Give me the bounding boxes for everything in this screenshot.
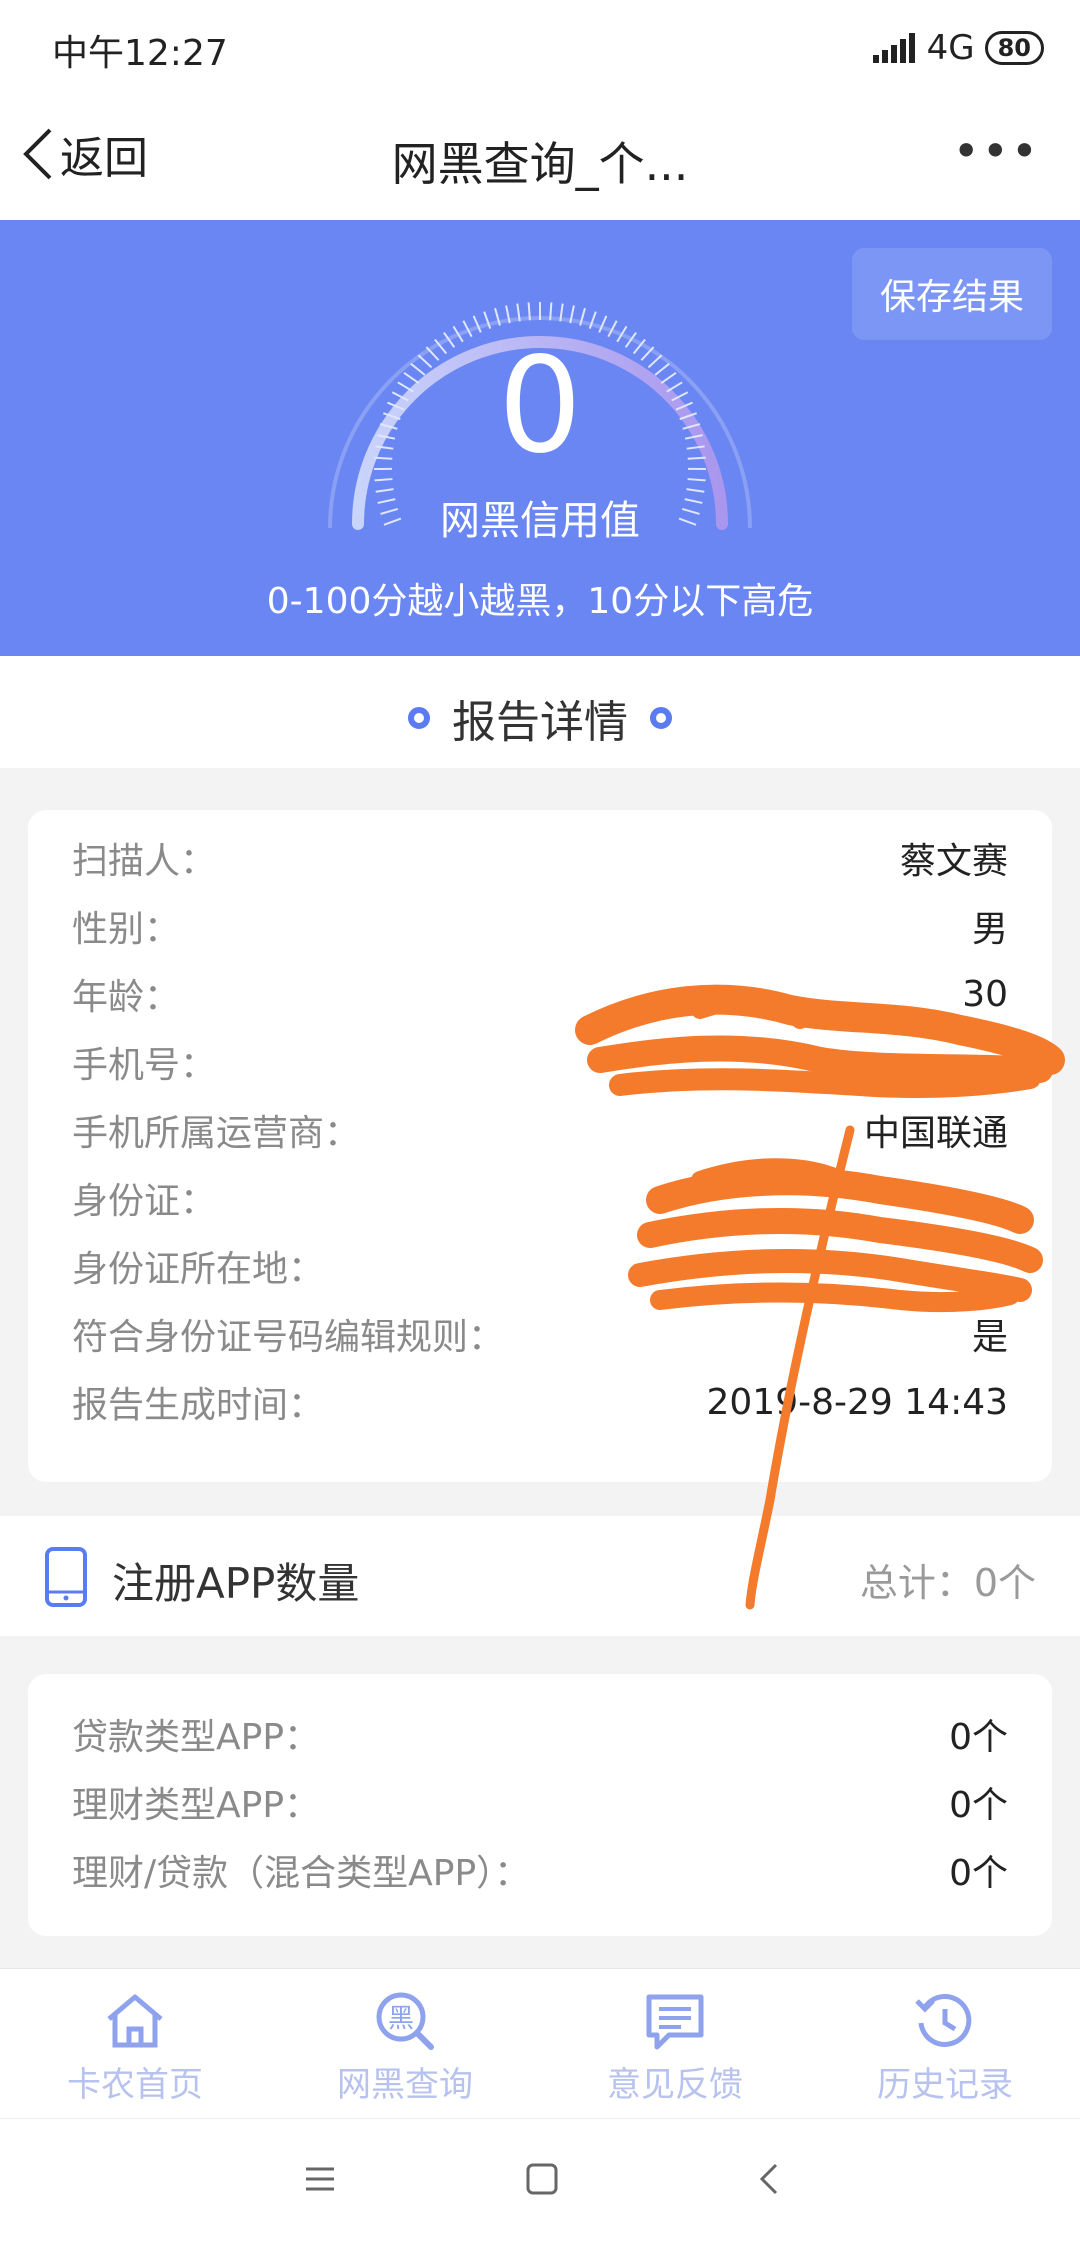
svg-text:黑: 黑 — [388, 2004, 414, 2034]
detail-row: 扫描人： 蔡文赛 — [72, 828, 1008, 888]
gauge-tick — [529, 302, 530, 320]
tab-history[interactable]: 历史记录 — [810, 1991, 1080, 2106]
detail-key: 手机所属运营商： — [72, 1104, 360, 1156]
detail-row: 手机所属运营商： 中国联通 — [72, 1100, 1008, 1160]
detail-key: 性别： — [72, 900, 180, 952]
page-title: 网黑查询_个... — [0, 128, 1080, 194]
system-nav-bar — [0, 2118, 1080, 2249]
feedback-icon — [643, 1991, 707, 2051]
chevron-left-icon — [20, 126, 54, 182]
status-bar: 中午12:27 4G 80 — [0, 0, 1080, 100]
detail-row: 身份证所在地： — [72, 1236, 1008, 1296]
detail-row: 符合身份证号码编辑规则： 是 — [72, 1304, 1008, 1364]
gauge-tick — [550, 302, 551, 320]
report-details-card: 扫描人： 蔡文赛 性别： 男 年龄： 30 手机号： 手机所属运营商： 中国联通… — [28, 810, 1052, 1482]
detail-value: 蔡文赛 — [900, 832, 1008, 884]
app-row: 贷款类型APP： 0个 — [72, 1704, 1008, 1764]
network-type: 4G — [927, 28, 975, 68]
home-icon — [103, 1991, 167, 2051]
app-row-value: 0个 — [949, 1844, 1008, 1896]
circle-icon — [650, 707, 672, 729]
app-row: 理财/贷款（混合类型APP）： 0个 — [72, 1840, 1008, 1900]
app-row-key: 理财类型APP： — [72, 1776, 320, 1828]
tab-label: 卡农首页 — [0, 2057, 270, 2106]
detail-row: 报告生成时间： 2019-8-29 14:43 — [72, 1372, 1008, 1432]
tab-label: 意见反馈 — [540, 2057, 810, 2106]
more-menu-button[interactable]: ••• — [953, 124, 1040, 178]
back-button[interactable]: 返回 — [20, 122, 148, 186]
detail-key: 手机号： — [72, 1036, 216, 1088]
detail-value: 30 — [962, 974, 1008, 1015]
detail-key: 报告生成时间： — [72, 1376, 324, 1428]
detail-value: 中国联通 — [864, 1104, 1008, 1156]
history-icon — [913, 1991, 977, 2051]
circle-icon — [408, 707, 430, 729]
score-description: 0-100分越小越黑，10分以下高危 — [0, 572, 1080, 624]
section-title: 报告详情 — [452, 686, 628, 750]
detail-key: 身份证所在地： — [72, 1240, 324, 1292]
detail-value: 2019-8-29 14:43 — [707, 1382, 1009, 1423]
detail-value: 是 — [972, 1308, 1008, 1360]
search-icon: 黑 — [373, 1991, 437, 2051]
back-label: 返回 — [60, 122, 148, 186]
detail-key: 扫描人： — [72, 832, 216, 884]
detail-row: 身份证： — [72, 1168, 1008, 1228]
app-row: 理财类型APP： 0个 — [72, 1772, 1008, 1832]
battery-icon: 80 — [985, 31, 1044, 65]
credit-score: 0 — [0, 340, 1080, 472]
tab-label: 历史记录 — [810, 2057, 1080, 2106]
nav-bar: 网黑查询_个... 返回 ••• — [0, 100, 1080, 220]
detail-row: 性别： 男 — [72, 896, 1008, 956]
gauge-tick — [688, 479, 706, 480]
menu-icon[interactable] — [300, 2159, 340, 2199]
app-row-value: 0个 — [949, 1776, 1008, 1828]
detail-row: 年龄： 30 — [72, 964, 1008, 1024]
bottom-tab-bar: 卡农首页 黑 网黑查询 意见反馈 历史记录 — [0, 1968, 1080, 2119]
signal-icon — [873, 33, 917, 63]
back-triangle-icon[interactable] — [750, 2159, 790, 2199]
app-count-card: 贷款类型APP： 0个 理财类型APP： 0个 理财/贷款（混合类型APP）： … — [28, 1674, 1052, 1936]
status-indicators: 4G 80 — [873, 28, 1044, 68]
detail-key: 年龄： — [72, 968, 180, 1020]
app-count-title: 注册APP数量 — [112, 1550, 359, 1611]
score-label: 网黑信用值 — [0, 488, 1080, 546]
score-banner: 保存结果 0 网黑信用值 0-100分越小越黑，10分以下高危 — [0, 220, 1080, 656]
app-row-value: 0个 — [949, 1708, 1008, 1760]
home-square-icon[interactable] — [522, 2159, 562, 2199]
detail-value: 男 — [972, 900, 1008, 952]
tab-home[interactable]: 卡农首页 — [0, 1991, 270, 2106]
phone-icon — [44, 1546, 88, 1608]
tab-label: 网黑查询 — [270, 2057, 540, 2106]
tab-feedback[interactable]: 意见反馈 — [540, 1991, 810, 2106]
tab-blacklist-search[interactable]: 黑 网黑查询 — [270, 1991, 540, 2106]
detail-key: 符合身份证号码编辑规则： — [72, 1308, 504, 1360]
app-count-total: 总计：0个 — [860, 1552, 1036, 1607]
gauge-tick — [374, 479, 392, 480]
detail-key: 身份证： — [72, 1172, 216, 1224]
report-section-header: 报告详情 — [0, 656, 1080, 768]
app-row-key: 理财/贷款（混合类型APP）： — [72, 1844, 530, 1896]
app-row-key: 贷款类型APP： — [72, 1708, 320, 1760]
detail-row: 手机号： — [72, 1032, 1008, 1092]
status-time: 中午12:27 — [52, 24, 228, 76]
save-result-button[interactable]: 保存结果 — [852, 248, 1052, 340]
app-count-header: 注册APP数量 总计：0个 — [0, 1516, 1080, 1636]
